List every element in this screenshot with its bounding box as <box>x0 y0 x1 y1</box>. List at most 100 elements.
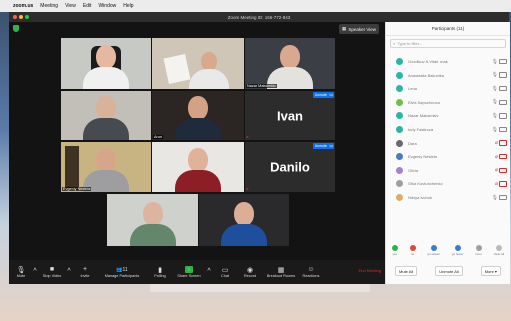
video-tile-4[interactable] <box>61 91 151 140</box>
menu-app-name[interactable]: zoom.us <box>13 3 33 9</box>
participant-row[interactable]: Nikrya Ivchuk 🎙 <box>386 192 510 203</box>
video-camera-icon <box>499 99 507 106</box>
audio-options-caret[interactable]: ^ <box>31 260 39 284</box>
paper-shape <box>163 53 191 85</box>
window-titlebar: Zoom Meeting ID: 166-772-843 <box>9 12 509 22</box>
participant-row[interactable]: Evgeniy Nestiria ⌀ <box>386 151 510 162</box>
speaker-view-button[interactable]: ▦ Speaker View <box>339 24 379 34</box>
caret-up-icon: ^ <box>207 268 211 275</box>
avatar <box>396 139 403 147</box>
participant-figure <box>129 202 176 246</box>
reaction-go-slower-button[interactable]: go slower <box>427 245 440 256</box>
manage-participants-button[interactable]: 👥 11 Manage Participants <box>97 260 147 284</box>
participant-row[interactable]: Nazar Maksimkiv 🎙 <box>386 110 510 121</box>
more-options-icon[interactable]: ••• <box>328 143 334 149</box>
microphone-icon: 🎙 <box>491 194 498 201</box>
more-button[interactable]: More ▾ <box>480 266 501 276</box>
reaction-icon <box>409 245 416 251</box>
tile-name: Nazar Maksimkiv <box>246 84 277 88</box>
participant-figure <box>267 45 313 89</box>
participant-name: Gozdikov A.Vitali. mak <box>408 59 448 64</box>
mute-all-button[interactable]: Mute All <box>395 266 418 276</box>
more-options-icon[interactable]: ••• <box>328 92 334 98</box>
participant-figure <box>175 148 221 192</box>
video-tile-6[interactable]: Unmute ••• Ivan ⌀ <box>245 91 335 140</box>
share-options-caret[interactable]: ^ <box>205 260 213 284</box>
video-tile-8[interactable] <box>152 142 244 192</box>
participant-row[interactable]: Anastasiia Bakunika 🎙 <box>386 70 510 81</box>
speaker-view-label: Speaker View <box>348 26 376 32</box>
menu-view[interactable]: View <box>65 3 76 9</box>
share-screen-button[interactable]: ↑ Share Screen <box>173 260 205 284</box>
participant-figure <box>83 45 129 89</box>
participant-row[interactable]: Olka Kovtunchenko ⌀ <box>386 178 510 189</box>
reaction-more-button[interactable]: more <box>475 245 482 256</box>
unmute-all-button[interactable]: Unmute All <box>435 266 463 276</box>
participants-icon: 👥 11 <box>116 266 128 273</box>
reaction-clear-all-button[interactable]: clear all <box>494 245 504 256</box>
minimize-window-button[interactable] <box>19 15 23 19</box>
reaction-no-button[interactable]: no <box>409 245 416 256</box>
breakout-rooms-icon: ▦ <box>277 266 285 274</box>
menu-meeting[interactable]: Meeting <box>40 3 58 9</box>
avatar <box>396 85 403 93</box>
invite-button[interactable]: + Invite <box>73 260 97 284</box>
participant-row[interactable]: Elvis Sapozhnova 🎙 <box>386 97 510 108</box>
zoom-window-button[interactable] <box>25 15 29 19</box>
participant-row[interactable]: Gozdikov A.Vitali. mak 🎙 <box>386 56 510 67</box>
stop-video-label: Stop Video <box>42 274 62 278</box>
reaction-label: no <box>410 252 415 256</box>
participant-row[interactable]: Dara ⌀ <box>386 138 510 149</box>
avatar <box>396 180 403 188</box>
muted-mic-icon: ⌀ <box>246 134 249 139</box>
caret-up-icon: ^ <box>67 268 71 275</box>
avatar <box>396 166 403 174</box>
unmute-button[interactable]: Unmute <box>312 143 329 149</box>
participant-row[interactable]: Iuriy Fastiroza 🎙 <box>386 124 510 135</box>
reaction-go-faster-button[interactable]: go faster <box>452 245 463 256</box>
participant-row[interactable]: Olivia ⌀ <box>386 165 510 176</box>
record-button[interactable]: ◉ Record <box>237 260 263 284</box>
video-tile-2[interactable] <box>152 38 244 89</box>
video-camera-icon <box>499 126 507 133</box>
close-window-button[interactable] <box>13 15 17 19</box>
shield-icon[interactable] <box>13 25 19 32</box>
video-tile-9[interactable]: Unmute ••• Danilo ⌀ <box>245 142 335 192</box>
video-tile-7[interactable]: Evgeniy Nestiria <box>61 142 151 192</box>
participant-name: Nazar Maksimkiv <box>408 113 439 119</box>
mute-button[interactable]: 🎙 Mute <box>11 260 31 284</box>
menu-edit[interactable]: Edit <box>83 3 92 9</box>
mute-label: Mute <box>16 274 26 278</box>
menu-help[interactable]: Help <box>123 3 133 9</box>
video-tile-10[interactable] <box>107 194 198 246</box>
video-camera-icon <box>499 85 507 92</box>
polling-button[interactable]: ▮ Polling <box>147 260 173 284</box>
microphone-icon: 🎙 <box>16 266 26 274</box>
chat-label: Chat <box>220 274 230 278</box>
participant-name: Nikrya Ivchuk <box>408 195 433 200</box>
reaction-yes-button[interactable]: yes <box>391 245 398 256</box>
video-camera-icon <box>499 194 507 201</box>
video-tile-5[interactable]: Arun <box>152 91 244 140</box>
unmute-button[interactable]: Unmute <box>312 92 329 98</box>
participant-name: Dara <box>408 140 417 146</box>
video-tile-1[interactable] <box>61 38 151 89</box>
video-tile-3[interactable]: Nazar Maksimkiv <box>245 38 335 89</box>
participant-row[interactable]: Lena 🎙 <box>386 83 510 94</box>
participant-search-input[interactable]: ⌕ Type to filter... <box>390 39 506 48</box>
reactions-button[interactable]: ☺ Reactions <box>299 260 323 284</box>
breakout-rooms-label: Breakout Rooms <box>266 274 296 278</box>
video-camera-icon <box>499 167 507 174</box>
stop-video-button[interactable]: ■ Stop Video <box>39 260 65 284</box>
muted-mic-icon: ⌀ <box>494 153 498 160</box>
menu-window[interactable]: Window <box>98 3 116 9</box>
avatar <box>396 112 403 120</box>
add-person-icon: + <box>82 266 88 273</box>
breakout-rooms-button[interactable]: ▦ Breakout Rooms <box>263 260 299 284</box>
end-meeting-button[interactable]: End Meeting <box>359 268 381 273</box>
video-options-caret[interactable]: ^ <box>65 260 73 284</box>
video-tile-11[interactable] <box>199 194 289 246</box>
search-icon: ⌕ <box>393 41 396 46</box>
chat-button[interactable]: ▭ Chat <box>213 260 237 284</box>
poll-chart-icon: ▮ <box>158 266 162 274</box>
